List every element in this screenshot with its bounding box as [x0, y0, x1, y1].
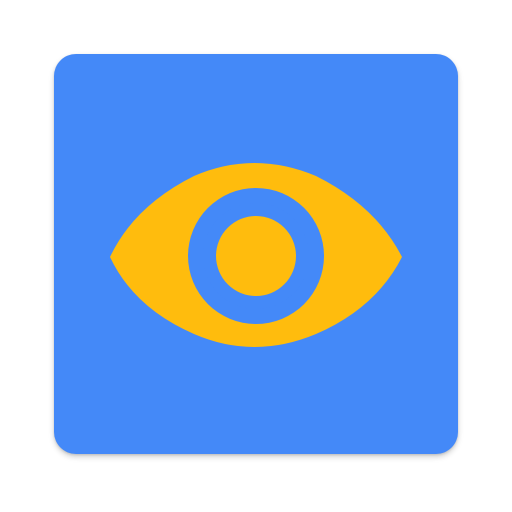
- eye-icon: [110, 163, 402, 347]
- pupil: [216, 216, 296, 296]
- app-icon-canvas: [0, 0, 512, 512]
- app-icon-tile[interactable]: [54, 54, 458, 454]
